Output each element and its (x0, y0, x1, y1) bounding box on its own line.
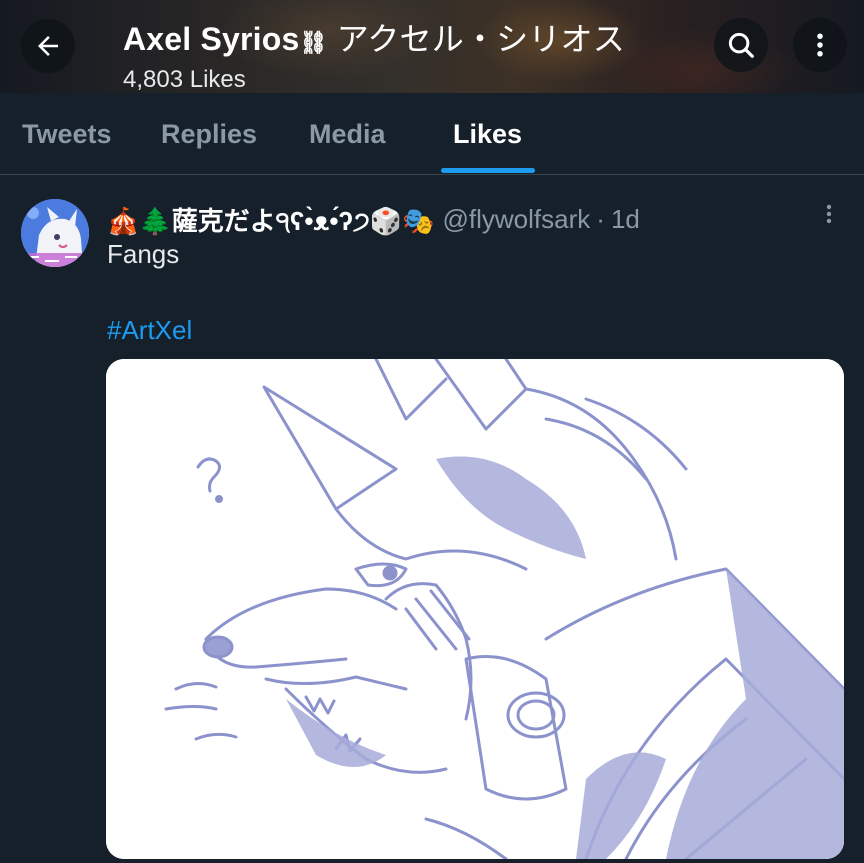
tweet-more-button[interactable] (818, 202, 840, 228)
tab-likes[interactable]: Likes (453, 119, 522, 150)
tab-media[interactable]: Media (309, 119, 386, 150)
profile-name: Axel Syrios⛓ アクセル・シリオス (123, 21, 625, 57)
chain-symbol: ⛓ (299, 30, 328, 55)
search-icon (728, 32, 754, 58)
hashtag-link[interactable]: #ArtXel (107, 315, 192, 346)
search-button[interactable] (714, 18, 768, 72)
profile-header: Axel Syrios⛓ アクセル・シリオス 4,803 Likes (0, 0, 864, 93)
active-tab-indicator (441, 168, 535, 173)
tweet-text: Fangs (107, 239, 180, 269)
wolf-sketch-illustration (106, 359, 844, 859)
tab-replies[interactable]: Replies (161, 119, 257, 150)
arrow-left-icon (38, 36, 58, 56)
likes-count: 4,803 Likes (123, 66, 246, 93)
profile-tabs: Tweets Replies Media Likes (0, 93, 864, 175)
header-text: Axel Syrios⛓ アクセル・シリオス 4,803 Likes (123, 14, 625, 93)
back-button[interactable] (21, 19, 75, 73)
avatar[interactable] (21, 199, 89, 267)
tweet[interactable]: 🎪🌲薩克だよ੧ʕ•̀ᴥ•́ʔ੭🎲🎭 @flywolfsark · 1d Fang… (0, 176, 864, 863)
separator-dot: · (596, 204, 605, 234)
more-vertical-icon (826, 204, 832, 224)
tweet-media-image[interactable] (106, 359, 844, 859)
user-handle[interactable]: @flywolfsark (443, 204, 591, 235)
more-vertical-icon (817, 33, 823, 57)
avatar-image (21, 199, 89, 267)
more-options-button[interactable] (793, 18, 847, 72)
tweet-header: 🎪🌲薩克だよ੧ʕ•̀ᴥ•́ʔ੭🎲🎭 @flywolfsark · 1d (107, 201, 640, 238)
tab-tweets[interactable]: Tweets (22, 119, 112, 150)
tweet-time[interactable]: 1d (611, 204, 640, 235)
profile-name-japanese: アクセル・シリオス (336, 21, 625, 57)
display-name[interactable]: 🎪🌲薩克だよ੧ʕ•̀ᴥ•́ʔ੭🎲🎭 (107, 201, 435, 238)
